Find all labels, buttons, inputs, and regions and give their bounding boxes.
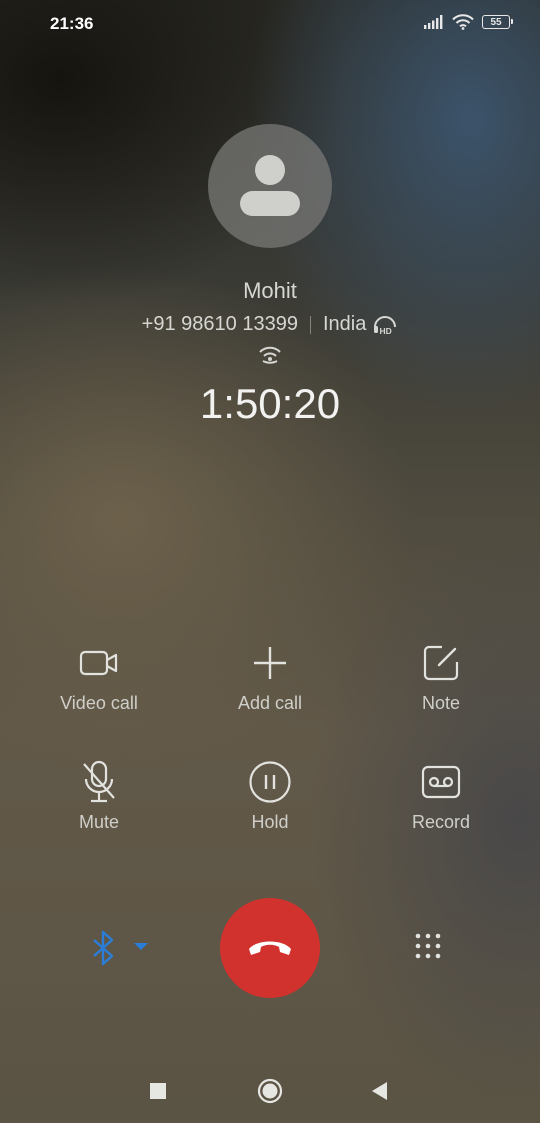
chevron-down-icon bbox=[134, 943, 148, 950]
signal-icon bbox=[424, 15, 443, 29]
hold-button[interactable]: Hold bbox=[185, 760, 355, 833]
svg-text:HD: HD bbox=[380, 326, 392, 336]
caller-location: India bbox=[322, 313, 367, 335]
call-duration: 1:50:20 bbox=[199, 380, 341, 427]
caller-number: +91 98610 13399 bbox=[141, 313, 298, 335]
add-call-label: Add call bbox=[237, 693, 303, 713]
note-edit-icon bbox=[423, 645, 459, 681]
video-camera-icon bbox=[79, 650, 118, 676]
battery-level: 55 bbox=[490, 16, 502, 28]
call-screen: 21:36 55 Mohit +91 98610 13399 India HD … bbox=[0, 0, 540, 1123]
bluetooth-icon bbox=[93, 930, 114, 966]
audio-route-button[interactable] bbox=[88, 928, 158, 968]
end-call-button[interactable] bbox=[220, 898, 320, 998]
contact-avatar bbox=[208, 124, 332, 248]
note-button[interactable]: Note bbox=[356, 641, 526, 714]
plus-icon bbox=[254, 647, 286, 679]
add-call-button[interactable]: Add call bbox=[185, 641, 355, 714]
dialpad-button[interactable] bbox=[408, 928, 448, 968]
battery-icon: 55 bbox=[482, 15, 513, 29]
caller-name: Mohit bbox=[243, 278, 297, 303]
record-button[interactable]: Record bbox=[356, 760, 526, 833]
home-circle-icon[interactable] bbox=[257, 1078, 283, 1104]
wifi-calling-icon bbox=[259, 346, 281, 364]
back-triangle-icon[interactable] bbox=[370, 1081, 388, 1101]
video-call-button[interactable]: Video call bbox=[14, 641, 184, 714]
recents-square-icon[interactable] bbox=[149, 1082, 167, 1100]
hang-up-icon bbox=[249, 941, 291, 955]
voicemail-record-icon bbox=[421, 765, 461, 799]
video-call-label: Video call bbox=[60, 693, 138, 713]
caller-info: +91 98610 13399 India HD bbox=[0, 313, 540, 336]
status-icons: 55 bbox=[424, 14, 513, 30]
hd-voice-icon: HD bbox=[374, 315, 397, 336]
note-label: Note bbox=[421, 693, 461, 713]
hold-label: Hold bbox=[251, 812, 289, 832]
person-icon bbox=[240, 155, 300, 216]
wifi-icon bbox=[452, 14, 474, 30]
record-label: Record bbox=[411, 812, 471, 832]
info-divider bbox=[309, 315, 311, 334]
status-time: 21:36 bbox=[50, 14, 94, 33]
dialpad-icon bbox=[415, 933, 441, 959]
mute-label: Mute bbox=[78, 812, 120, 832]
mic-off-icon bbox=[83, 760, 115, 803]
pause-icon bbox=[249, 761, 291, 803]
status-bar: 21:36 55 bbox=[0, 0, 540, 46]
mute-button[interactable]: Mute bbox=[14, 760, 184, 833]
